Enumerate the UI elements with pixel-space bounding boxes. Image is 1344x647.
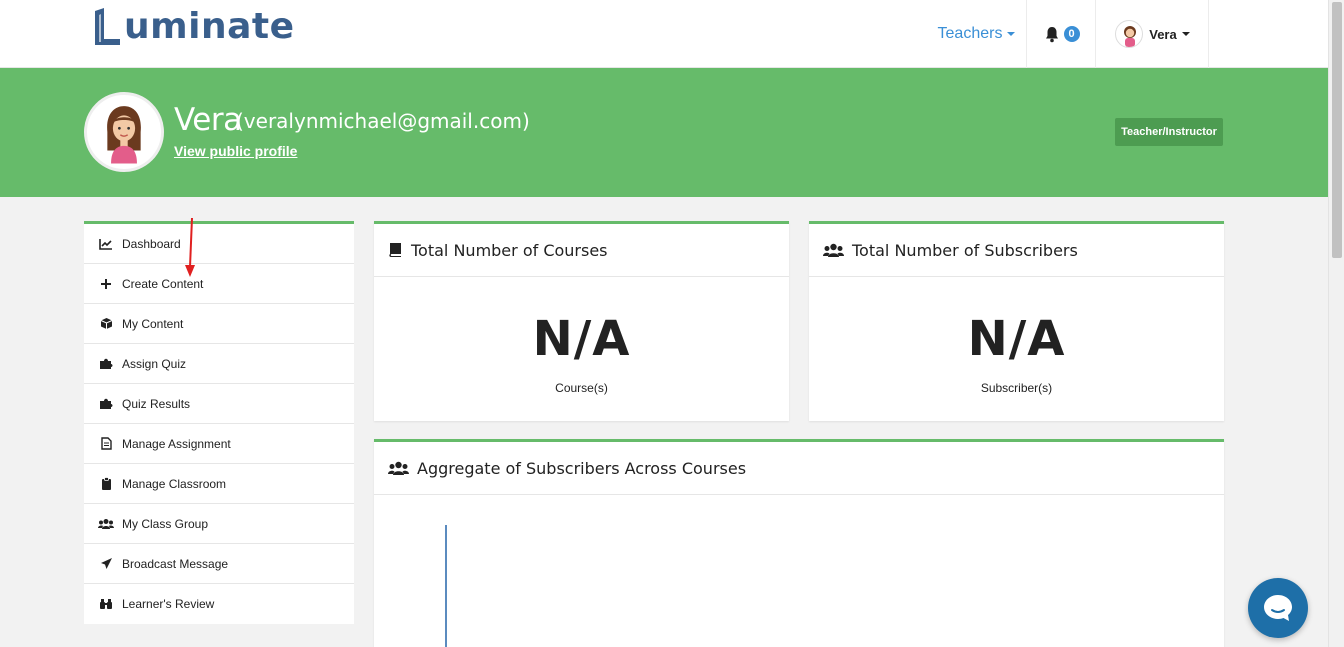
users-icon xyxy=(823,243,844,258)
card-header: Total Number of Courses xyxy=(374,224,789,277)
teachers-label: Teachers xyxy=(937,25,1003,42)
courses-count-label: Course(s) xyxy=(555,381,608,395)
sidebar-item-my-content[interactable]: My Content xyxy=(84,304,354,344)
chart-line-icon xyxy=(98,238,114,250)
subscribers-count-label: Subscriber(s) xyxy=(980,381,1053,395)
profile-name: Vera xyxy=(174,102,242,138)
notification-count-badge: 0 xyxy=(1063,26,1080,42)
users-icon xyxy=(98,518,114,530)
sidebar-item-label: Learner's Review xyxy=(122,597,215,611)
luminate-logo[interactable]: uminate xyxy=(92,5,295,49)
sidebar-item-manage-classroom[interactable]: Manage Classroom xyxy=(84,464,354,504)
binoculars-icon xyxy=(98,598,114,610)
file-icon xyxy=(98,437,114,450)
book-icon xyxy=(388,242,403,258)
chat-bubble-icon xyxy=(1264,595,1292,621)
scrollbar-thumb[interactable] xyxy=(1332,2,1342,258)
puzzle-icon xyxy=(98,357,114,370)
sidebar-item-dashboard[interactable]: Dashboard xyxy=(84,224,354,264)
aggregate-subscribers-card: Aggregate of Subscribers Across Courses xyxy=(374,439,1224,647)
sidebar-item-label: Assign Quiz xyxy=(122,356,187,371)
sidebar-item-create-content[interactable]: Create Content xyxy=(84,264,354,304)
paper-plane-icon xyxy=(98,557,114,570)
subscribers-stat-card: Total Number of Subscribers N/A Subscrib… xyxy=(809,221,1224,421)
teachers-dropdown[interactable]: Teachers xyxy=(927,0,1027,68)
subscribers-count-value: N/A xyxy=(967,311,1066,367)
sidebar-item-label: Manage Assignment xyxy=(122,436,231,451)
card-title: Aggregate of Subscribers Across Courses xyxy=(417,458,747,478)
profile-banner: Vera (veralynmichael@gmail.com) View pub… xyxy=(0,68,1328,197)
sidebar-item-quiz-results[interactable]: Quiz Results xyxy=(84,384,354,424)
sidebar-item-label: Dashboard xyxy=(122,236,181,251)
user-avatar xyxy=(1115,20,1144,48)
sidebar-item-label: Quiz Results xyxy=(122,396,191,411)
notifications-button[interactable]: 0 xyxy=(1028,0,1096,68)
card-header: Total Number of Subscribers xyxy=(809,224,1224,277)
role-badge: Teacher/Instructor xyxy=(1115,118,1223,146)
sidebar-item-label: Broadcast Message xyxy=(122,556,229,571)
profile-avatar xyxy=(84,92,164,172)
sidebar-item-label: My Content xyxy=(122,316,184,331)
chat-widget-button[interactable] xyxy=(1248,578,1308,638)
sidebar-item-my-class-group[interactable]: My Class Group xyxy=(84,504,354,544)
top-navbar: uminate Teachers 0 Vera xyxy=(0,0,1328,68)
user-name-label: Vera xyxy=(1149,26,1177,42)
sidebar-item-label: Manage Classroom xyxy=(122,476,227,491)
chevron-down-icon xyxy=(1181,32,1190,36)
plus-icon xyxy=(98,278,114,290)
users-icon xyxy=(388,461,409,476)
puzzle-icon xyxy=(98,397,114,410)
chart-y-axis xyxy=(445,525,447,647)
logo-text: uminate xyxy=(124,6,295,47)
courses-count-value: N/A xyxy=(532,311,631,367)
sidebar-item-broadcast-message[interactable]: Broadcast Message xyxy=(84,544,354,584)
sidebar-item-manage-assignment[interactable]: Manage Assignment xyxy=(84,424,354,464)
cube-icon xyxy=(98,317,114,330)
annotation-arrow xyxy=(185,217,195,277)
sidebar-menu: Dashboard Create Content My Content Assi… xyxy=(84,221,354,624)
chevron-down-icon xyxy=(1007,32,1016,36)
bell-icon xyxy=(1045,26,1058,42)
card-header: Aggregate of Subscribers Across Courses xyxy=(374,442,1224,495)
card-title: Total Number of Subscribers xyxy=(852,240,1078,260)
logo-l-icon xyxy=(95,8,120,45)
profile-email: (veralynmichael@gmail.com) xyxy=(236,109,530,133)
card-title: Total Number of Courses xyxy=(411,240,608,260)
sidebar-item-assign-quiz[interactable]: Assign Quiz xyxy=(84,344,354,384)
page-scrollbar[interactable] xyxy=(1328,0,1344,647)
sidebar-item-learners-review[interactable]: Learner's Review xyxy=(84,584,354,624)
user-menu-dropdown[interactable]: Vera xyxy=(1097,0,1209,68)
clipboard-icon xyxy=(98,477,114,490)
courses-stat-card: Total Number of Courses N/A Course(s) xyxy=(374,221,789,421)
view-public-profile-link[interactable]: View public profile xyxy=(174,143,297,159)
sidebar-item-label: My Class Group xyxy=(122,516,209,531)
